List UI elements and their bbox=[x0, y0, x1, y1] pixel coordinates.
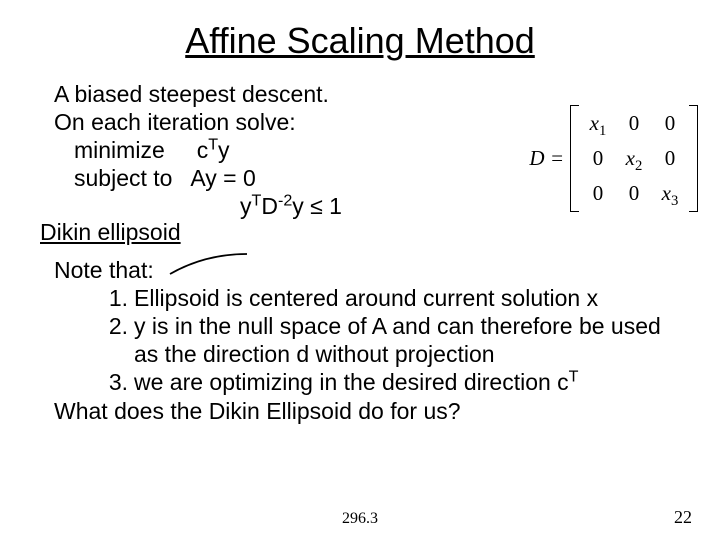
cell-r1c1-sub: 1 bbox=[599, 123, 606, 139]
cell-r2c2-sub: 2 bbox=[635, 158, 642, 174]
minimize-c: c bbox=[197, 137, 209, 163]
matrix-cells: x1 0 0 0 x2 0 0 0 x3 bbox=[579, 105, 689, 212]
notes-block: Note that: 1. Ellipsoid is centered arou… bbox=[30, 256, 690, 424]
cell-r2c3: 0 bbox=[661, 146, 679, 171]
note-1-text: Ellipsoid is centered around current sol… bbox=[134, 284, 690, 312]
bracket-right bbox=[689, 105, 698, 212]
minimize-label: minimize bbox=[74, 137, 165, 163]
subject-label: subject to bbox=[74, 165, 172, 191]
footer-course-number: 296.3 bbox=[0, 510, 720, 528]
cell-r1c2: 0 bbox=[625, 111, 643, 136]
cell-r1c3: 0 bbox=[661, 111, 679, 136]
minimize-y: y bbox=[218, 137, 230, 163]
note-2-number: 2. bbox=[100, 312, 128, 368]
constraint-tail: y ≤ 1 bbox=[292, 193, 342, 219]
cell-r2c1: 0 bbox=[589, 146, 607, 171]
cell-r3c1: 0 bbox=[589, 181, 607, 206]
constraint-sup1: T bbox=[252, 192, 262, 210]
cell-r1c1-x: x bbox=[590, 111, 599, 135]
note-3-text: we are optimizing in the desired directi… bbox=[134, 368, 690, 396]
closing-question: What does the Dikin Ellipsoid do for us? bbox=[30, 397, 690, 425]
constraint-expr: yTD-2y ≤ 1 bbox=[240, 193, 342, 219]
note-1-number: 1. bbox=[100, 284, 128, 312]
cell-r2c2-x: x bbox=[626, 146, 635, 170]
cell-r3c3: x3 bbox=[661, 181, 679, 206]
cell-r3c2: 0 bbox=[625, 181, 643, 206]
minimize-sup: T bbox=[208, 135, 218, 153]
slide-title: Affine Scaling Method bbox=[30, 20, 690, 62]
footer-page-number: 22 bbox=[674, 507, 692, 528]
minimize-expr: cTy bbox=[197, 137, 230, 163]
note-2-text: y is in the null space of A and can ther… bbox=[134, 312, 690, 368]
note-item-3: 3. we are optimizing in the desired dire… bbox=[30, 368, 690, 396]
dikin-ellipsoid-label: Dikin ellipsoid bbox=[40, 219, 181, 245]
note-3-text-pre: we are optimizing in the desired directi… bbox=[134, 369, 569, 395]
note-3-text-sup: T bbox=[569, 368, 579, 386]
cell-r1c1: x1 bbox=[589, 111, 607, 136]
constraint-d: D bbox=[261, 193, 278, 219]
dikin-label-row: Dikin ellipsoid bbox=[30, 218, 690, 246]
note-item-1: 1. Ellipsoid is centered around current … bbox=[30, 284, 690, 312]
cell-r2c2: x2 bbox=[625, 146, 643, 171]
cell-r3c3-x: x bbox=[662, 181, 671, 205]
constraint-sup2: -2 bbox=[278, 192, 292, 210]
cell-r3c3-sub: 3 bbox=[671, 193, 678, 209]
matrix-lhs: D = bbox=[529, 146, 564, 171]
intro-line-1: A biased steepest descent. bbox=[30, 80, 690, 108]
matrix-body: x1 0 0 0 x2 0 0 0 x3 bbox=[570, 105, 698, 212]
note-item-2: 2. y is in the null space of A and can t… bbox=[30, 312, 690, 368]
bracket-left bbox=[570, 105, 579, 212]
slide: Affine Scaling Method A biased steepest … bbox=[0, 0, 720, 540]
note-label: Note that: bbox=[30, 256, 690, 284]
matrix-d: D = x1 0 0 0 x2 0 0 0 x3 bbox=[529, 105, 698, 212]
note-3-number: 3. bbox=[100, 368, 128, 396]
subject-expr: Ay = 0 bbox=[190, 165, 255, 191]
constraint-y1: y bbox=[240, 193, 252, 219]
